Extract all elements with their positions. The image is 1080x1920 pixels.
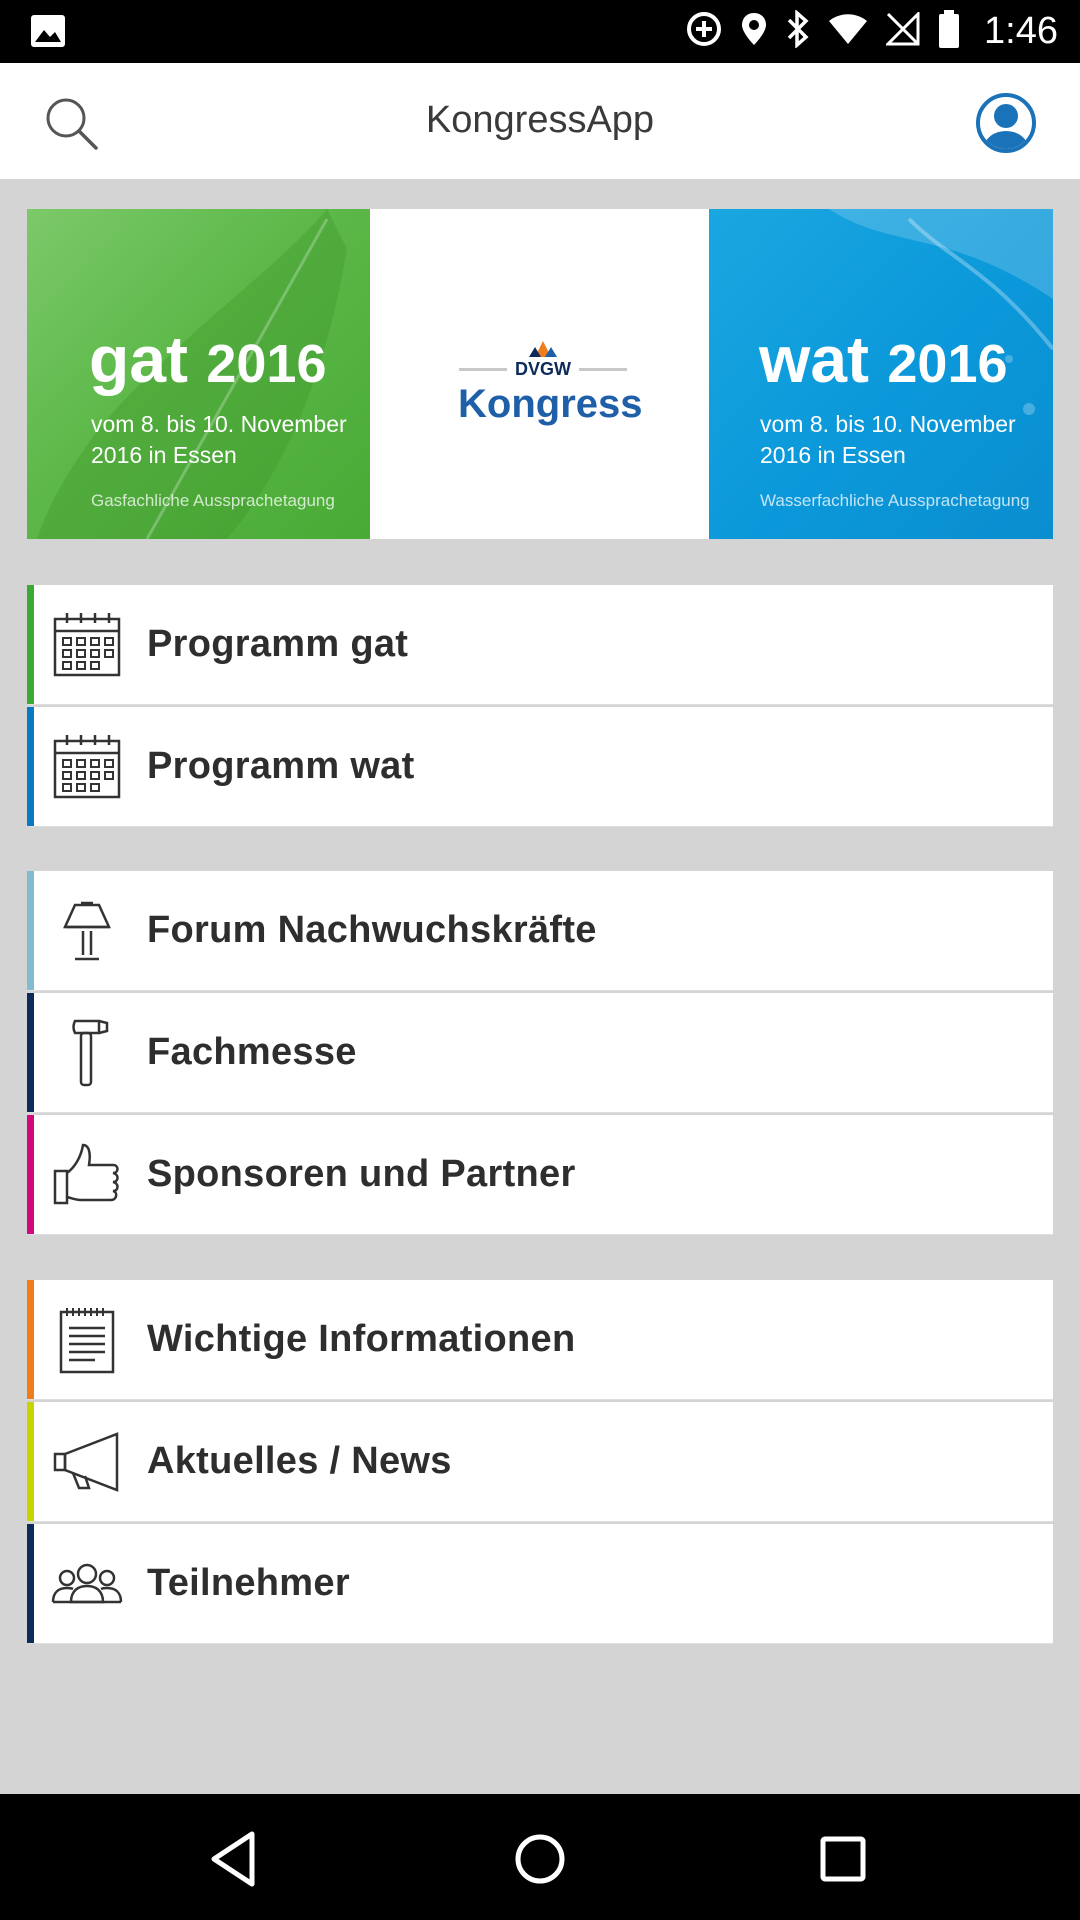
system-nav-bar [0,1794,1080,1920]
menu-group-programs: Programm gat Programm wat [27,585,1053,829]
menu-item-label: Programm wat [147,745,415,787]
menu-item-label: Teilnehmer [147,1562,350,1604]
app-bar: KongressApp [0,63,1080,179]
status-time: 1:46 [984,10,1058,52]
dvgw-flame-icon [529,341,557,357]
lectern-icon [51,897,123,965]
accent-stripe [27,993,34,1112]
wat-date: vom 8. bis 10. November 2016 in Essen [760,411,1016,468]
dvgw-org: DVGW [515,359,571,379]
gat-date: vom 8. bis 10. November 2016 in Essen [91,411,347,468]
wat-subtitle: Wasserfachliche Aussprachetagung [760,491,1030,510]
menu-item-teilnehmer[interactable]: Teilnehmer [27,1524,1053,1644]
battery-icon [938,9,960,54]
back-icon[interactable] [200,1824,270,1894]
home-icon[interactable] [505,1824,575,1894]
menu-item-forum-nachwuchskraefte[interactable]: Forum Nachwuchskräfte [27,871,1053,991]
data-saver-icon [686,11,722,52]
menu-item-label: Fachmesse [147,1031,357,1073]
menu-item-label: Forum Nachwuchskräfte [147,909,597,951]
image-notification-icon [30,14,66,53]
accent-stripe [27,707,34,826]
menu-item-fachmesse[interactable]: Fachmesse [27,993,1053,1113]
dvgw-name: Kongress [458,382,643,426]
gat-subtitle: Gasfachliche Aussprachetagung [91,491,335,510]
wat-title: wat 2016 [759,322,1008,396]
menu-group-event: Forum Nachwuchskräfte Fachmesse Sponsore… [27,871,1053,1237]
dvgw-logo: DVGW Kongress [370,209,709,539]
notepad-icon [51,1306,123,1374]
menu-item-wichtige-informationen[interactable]: Wichtige Informationen [27,1280,1053,1400]
accent-stripe [27,1280,34,1399]
thumbs-up-icon [51,1141,123,1209]
gat-banner: gat 2016 vom 8. bis 10. November 2016 in… [27,209,370,539]
menu-item-programm-gat[interactable]: Programm gat [27,585,1053,705]
menu-item-label: Programm gat [147,623,409,665]
menu-item-sponsoren-und-partner[interactable]: Sponsoren und Partner [27,1115,1053,1235]
accent-stripe [27,1402,34,1521]
megaphone-icon [51,1428,123,1496]
wat-banner: wat 2016 vom 8. bis 10. November 2016 in… [709,209,1053,539]
menu-item-label: Wichtige Informationen [147,1318,576,1360]
profile-icon[interactable] [975,92,1037,154]
page-title: KongressApp [425,99,655,141]
event-banner[interactable]: gat 2016 vom 8. bis 10. November 2016 in… [27,209,1053,539]
status-bar: 1:46 [0,0,1080,63]
menu-item-label: Sponsoren und Partner [147,1153,576,1195]
people-icon [51,1550,123,1618]
accent-stripe [27,871,34,990]
bluetooth-icon [786,9,810,53]
accent-stripe [27,585,34,704]
menu-group-info: Wichtige Informationen Aktuelles / News … [27,1280,1053,1646]
accent-stripe [27,1524,34,1643]
menu-item-programm-wat[interactable]: Programm wat [27,707,1053,827]
hammer-icon [51,1019,123,1087]
accent-stripe [27,1115,34,1234]
calendar-icon [51,733,123,801]
calendar-icon [51,611,123,679]
gat-title: gat 2016 [89,322,327,396]
menu-item-label: Aktuelles / News [147,1440,452,1482]
recents-icon[interactable] [808,1824,878,1894]
no-signal-icon [884,10,920,51]
menu-item-aktuelles-news[interactable]: Aktuelles / News [27,1402,1053,1522]
wifi-icon [828,13,868,50]
location-icon [740,11,768,52]
